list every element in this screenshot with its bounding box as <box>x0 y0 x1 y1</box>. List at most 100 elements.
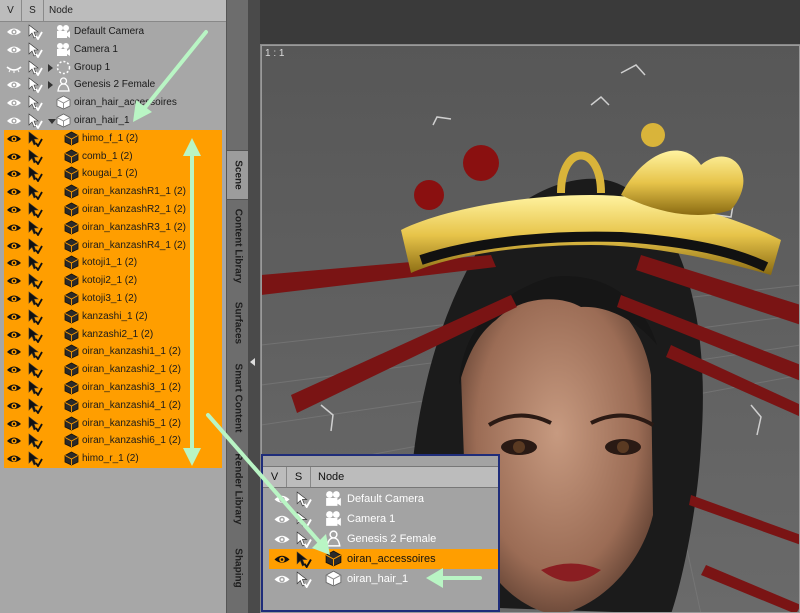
scene-row[interactable]: kotoji2_1 (2) <box>4 272 222 291</box>
select-cursor-icon[interactable] <box>295 551 312 569</box>
scene-row[interactable]: Genesis 2 Female <box>0 76 226 95</box>
select-cursor-icon[interactable] <box>27 220 43 237</box>
select-cursor-icon[interactable] <box>295 571 312 589</box>
scene-row[interactable]: Default Camera <box>0 23 226 41</box>
eye-icon[interactable] <box>6 185 22 199</box>
scene-row[interactable]: comb_1 (2) <box>4 147 222 166</box>
select-cursor-icon[interactable] <box>27 309 43 326</box>
eye-icon[interactable] <box>6 221 22 235</box>
select-cursor-icon[interactable] <box>27 113 43 130</box>
inset-column-visible-header[interactable]: V <box>263 467 287 487</box>
scene-row[interactable]: Group 1 <box>0 59 226 77</box>
select-cursor-icon[interactable] <box>27 237 43 255</box>
expand-closed-icon[interactable] <box>48 63 53 72</box>
eye-icon[interactable] <box>273 552 291 567</box>
select-cursor-icon[interactable] <box>27 255 43 273</box>
tab-shaping[interactable]: Shaping <box>227 536 249 600</box>
inset-row[interactable]: Camera 1 <box>269 509 498 529</box>
eye-icon[interactable] <box>6 203 22 217</box>
eye-icon[interactable] <box>6 381 22 395</box>
scene-row[interactable]: kanzashi_1 (2) <box>4 307 222 326</box>
select-cursor-icon[interactable] <box>27 184 43 201</box>
select-cursor-icon[interactable] <box>27 77 43 95</box>
column-visible-header[interactable]: V <box>0 0 22 21</box>
select-cursor-icon[interactable] <box>295 531 312 549</box>
select-cursor-icon[interactable] <box>27 131 43 148</box>
eye-icon[interactable] <box>6 274 22 288</box>
collapse-arrow-icon[interactable] <box>250 358 255 366</box>
select-cursor-icon[interactable] <box>27 273 43 290</box>
tab-render-library[interactable]: Render Library <box>227 442 249 536</box>
scene-row[interactable]: oiran_hair_1 <box>0 112 226 130</box>
select-cursor-icon[interactable] <box>27 433 43 451</box>
eye-icon[interactable] <box>6 256 22 270</box>
select-cursor-icon[interactable] <box>27 362 43 379</box>
scene-row[interactable]: himo_r_1 (2) <box>4 450 222 469</box>
eye-icon[interactable] <box>6 452 22 466</box>
inset-row[interactable]: oiran_accessoires <box>269 549 498 569</box>
scene-row[interactable]: oiran_kanzashR4_1 (2) <box>4 236 222 255</box>
inset-column-node-header[interactable]: Node <box>311 467 498 487</box>
select-cursor-icon[interactable] <box>295 491 312 509</box>
select-cursor-icon[interactable] <box>27 415 43 433</box>
select-cursor-icon[interactable] <box>27 380 43 397</box>
scene-row[interactable]: himo_f_1 (2) <box>4 129 222 148</box>
eye-icon[interactable] <box>273 572 291 587</box>
eye-icon[interactable] <box>6 292 22 306</box>
inset-column-select-header[interactable]: S <box>287 467 311 487</box>
eye-icon[interactable] <box>273 492 291 507</box>
column-node-header[interactable]: Node <box>44 0 226 21</box>
expand-closed-icon[interactable] <box>48 81 53 90</box>
select-cursor-icon[interactable] <box>27 95 43 112</box>
scene-row[interactable]: oiran_kanzashi5_1 (2) <box>4 414 222 433</box>
select-cursor-icon[interactable] <box>295 511 312 529</box>
scene-row[interactable]: kougai_1 (2) <box>4 165 222 184</box>
eye-icon[interactable] <box>6 328 22 342</box>
tab-content-library[interactable]: Content Library <box>227 200 249 292</box>
select-cursor-icon[interactable] <box>27 24 43 41</box>
scene-row[interactable]: oiran_kanzashi1_1 (2) <box>4 343 222 362</box>
scene-row[interactable]: oiran_kanzashR2_1 (2) <box>4 201 222 219</box>
eye-icon[interactable] <box>6 150 22 164</box>
panel-splitter[interactable] <box>248 0 260 613</box>
eye-closed-icon[interactable] <box>6 61 22 75</box>
select-cursor-icon[interactable] <box>27 148 43 166</box>
select-cursor-icon[interactable] <box>27 42 43 59</box>
inset-row[interactable]: Default Camera <box>269 489 498 509</box>
expand-open-icon[interactable] <box>48 119 56 124</box>
eye-icon[interactable] <box>6 114 22 128</box>
tab-scene[interactable]: Scene <box>227 150 249 200</box>
select-cursor-icon[interactable] <box>27 166 43 184</box>
eye-icon[interactable] <box>6 132 22 146</box>
eye-icon[interactable] <box>6 310 22 324</box>
scene-row[interactable]: kotoji3_1 (2) <box>4 290 222 308</box>
eye-icon[interactable] <box>6 363 22 377</box>
tab-smart-content[interactable]: Smart Content <box>227 354 249 442</box>
select-cursor-icon[interactable] <box>27 344 43 362</box>
scene-row[interactable]: oiran_hair_accessoires <box>0 94 226 112</box>
select-cursor-icon[interactable] <box>27 291 43 308</box>
scene-row[interactable]: oiran_kanzashi2_1 (2) <box>4 361 222 380</box>
scene-row[interactable]: oiran_kanzashi4_1 (2) <box>4 396 222 415</box>
eye-icon[interactable] <box>6 345 22 359</box>
scene-row[interactable]: Camera 1 <box>0 41 226 59</box>
eye-icon[interactable] <box>6 43 22 57</box>
eye-icon[interactable] <box>6 417 22 431</box>
eye-icon[interactable] <box>6 399 22 413</box>
scene-row[interactable]: oiran_kanzashi6_1 (2) <box>4 432 222 451</box>
eye-icon[interactable] <box>6 78 22 92</box>
scene-row[interactable]: kotoji1_1 (2) <box>4 254 222 273</box>
select-cursor-icon[interactable] <box>27 451 43 468</box>
scene-row[interactable]: kanzashi2_1 (2) <box>4 325 222 344</box>
scene-row[interactable]: oiran_kanzashR1_1 (2) <box>4 183 222 202</box>
eye-icon[interactable] <box>6 25 22 39</box>
eye-icon[interactable] <box>6 239 22 253</box>
scene-row[interactable]: oiran_kanzashR3_1 (2) <box>4 218 222 237</box>
inset-row[interactable]: Genesis 2 Female <box>269 529 498 549</box>
inset-row[interactable]: oiran_hair_1 <box>269 569 498 589</box>
column-select-header[interactable]: S <box>22 0 44 21</box>
tab-surfaces[interactable]: Surfaces <box>227 292 249 354</box>
select-cursor-icon[interactable] <box>27 59 43 77</box>
select-cursor-icon[interactable] <box>27 326 43 344</box>
eye-icon[interactable] <box>273 532 291 547</box>
